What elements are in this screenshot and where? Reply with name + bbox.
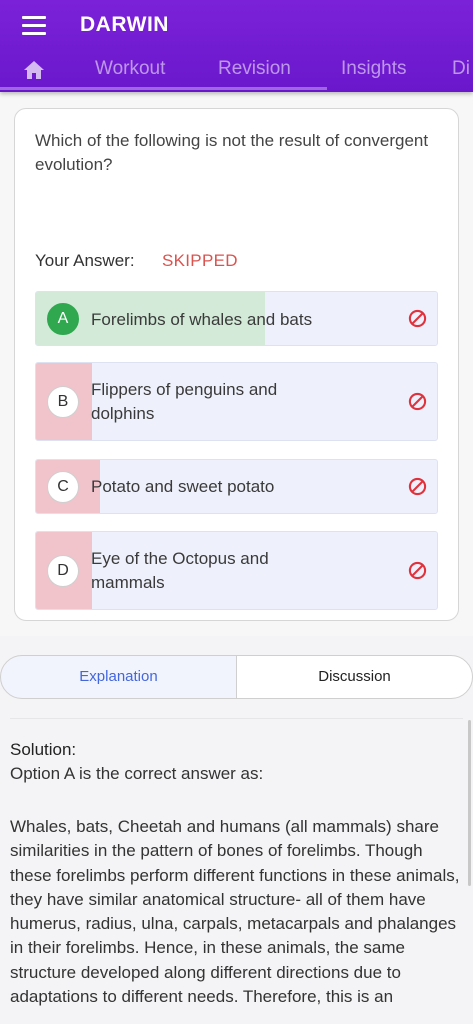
ban-icon — [408, 477, 427, 496]
option-a[interactable]: A Forelimbs of whales and bats — [35, 291, 438, 346]
explanation-discussion-toggle: Explanation Discussion — [0, 655, 473, 699]
tab-insights[interactable]: Insights — [341, 58, 406, 80]
option-a-text: Forelimbs of whales and bats — [91, 310, 313, 329]
ban-icon — [408, 561, 427, 580]
tab-indicator — [0, 87, 327, 90]
scrollbar[interactable] — [468, 720, 471, 886]
your-answer-status: SKIPPED — [162, 251, 238, 270]
tab-revision[interactable]: Revision — [218, 58, 291, 80]
home-icon[interactable] — [23, 60, 45, 80]
tab-overflow[interactable]: Di — [452, 58, 470, 80]
tab-bar: Workout Revision Insights Di — [0, 52, 473, 92]
ban-icon — [408, 392, 427, 411]
option-b-text: Flippers of penguins and dolphins — [91, 380, 278, 423]
option-c-text: Potato and sweet potato — [91, 477, 275, 496]
option-c-letter-badge: C — [47, 471, 79, 503]
option-d-letter-badge: D — [47, 555, 79, 587]
app-bar: DARWIN Workout Revision Insights Di — [0, 0, 473, 92]
your-answer-label: Your Answer: — [35, 251, 135, 270]
option-b[interactable]: B Flippers of penguins and dolphins — [35, 362, 438, 441]
option-c[interactable]: C Potato and sweet potato — [35, 459, 438, 514]
solution-intro: Option A is the correct answer as: — [10, 764, 264, 783]
app-title: DARWIN — [80, 13, 169, 36]
solution-title: Solution: — [10, 740, 77, 759]
tab-workout[interactable]: Workout — [95, 58, 165, 80]
tab-discussion[interactable]: Discussion — [236, 655, 473, 699]
option-a-letter-badge: A — [47, 303, 79, 335]
option-d[interactable]: D Eye of the Octopus and mammals — [35, 531, 438, 610]
hamburger-menu-icon[interactable] — [22, 16, 46, 36]
tab-explanation[interactable]: Explanation — [0, 655, 237, 699]
question-text: Which of the following is not the result… — [35, 131, 429, 174]
divider — [10, 718, 463, 719]
ban-icon — [408, 309, 427, 328]
option-d-text: Eye of the Octopus and mammals — [91, 549, 269, 592]
question-card: Which of the following is not the result… — [14, 108, 459, 621]
solution-body: Whales, bats, Cheetah and humans (all ma… — [10, 817, 460, 1007]
option-b-letter-badge: B — [47, 386, 79, 418]
